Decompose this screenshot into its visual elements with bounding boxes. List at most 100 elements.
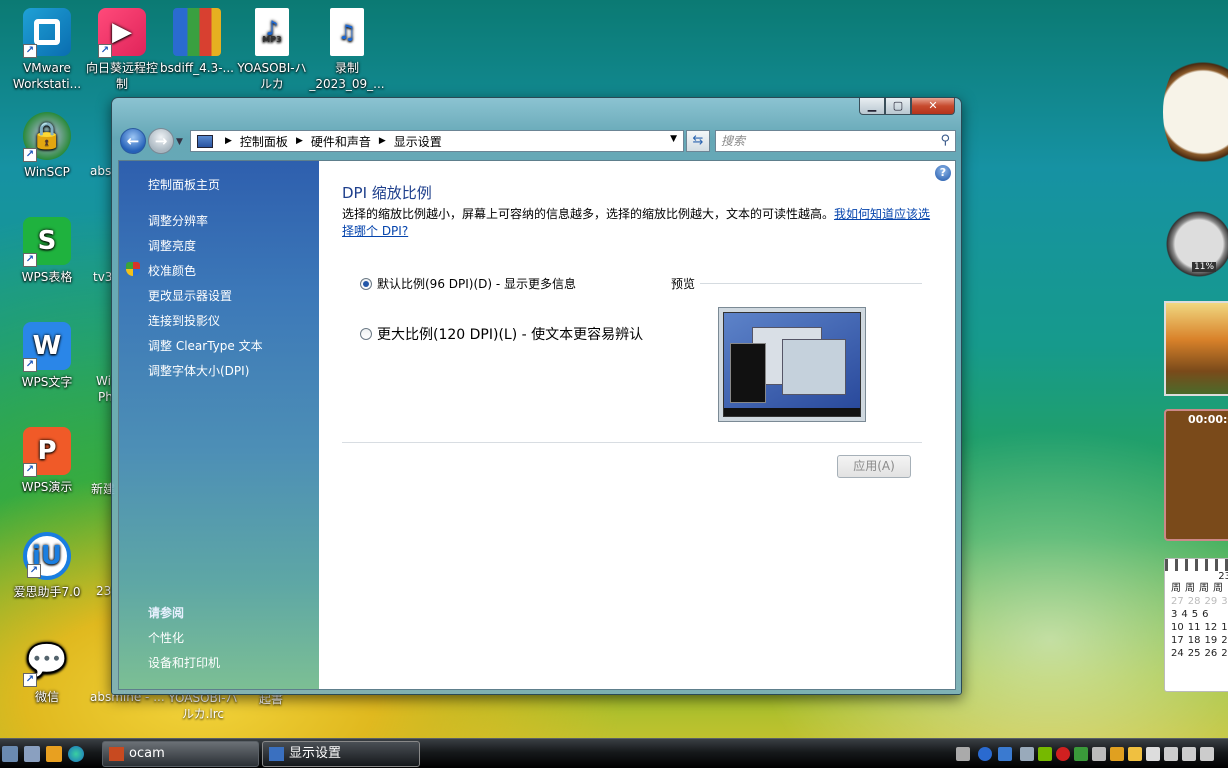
- ocam-icon: [109, 747, 124, 761]
- sidebar-link-personalize[interactable]: 个性化: [148, 629, 184, 646]
- calendar-row: 17 18 19 20: [1165, 634, 1228, 647]
- back-button[interactable]: ←: [120, 128, 146, 154]
- volume-icon[interactable]: [1182, 747, 1196, 761]
- sidebar-link-cleartype[interactable]: 调整 ClearType 文本: [148, 337, 263, 354]
- radio-default-label[interactable]: 默认比例(96 DPI)(D) - 显示更多信息: [377, 275, 576, 292]
- calendar-date: 25: [1187, 648, 1201, 659]
- forward-button[interactable]: →: [148, 128, 174, 154]
- slideshow-gadget[interactable]: [1164, 301, 1228, 396]
- recent-pages-dropdown[interactable]: ▼: [176, 137, 183, 147]
- breadcrumb-separator-icon[interactable]: ▶: [296, 136, 303, 146]
- shortcut-arrow-icon: ↗: [23, 463, 37, 477]
- shortcut-arrow-icon: ↗: [23, 253, 37, 267]
- radio-default-dpi[interactable]: 默认比例(96 DPI)(D) - 显示更多信息: [360, 275, 576, 292]
- cpu-meter-gadget[interactable]: 11%: [1164, 204, 1228, 284]
- desktop-icon-wps-sheet[interactable]: S ↗ WPS表格: [9, 217, 85, 285]
- arrow-left-icon: ←: [126, 132, 140, 150]
- device-icon[interactable]: [1164, 747, 1178, 761]
- calendar-row: 27 28 29 30: [1165, 595, 1228, 608]
- battery-icon[interactable]: [1200, 747, 1214, 761]
- maximize-button[interactable]: ▢: [885, 98, 911, 115]
- edge-browser-icon[interactable]: [68, 746, 84, 762]
- desktop-icon-wps-writer[interactable]: W ↗ WPS文字: [9, 322, 85, 390]
- security-icon[interactable]: [1074, 747, 1088, 761]
- breadcrumb-hardware-sound[interactable]: 硬件和声音: [311, 133, 371, 150]
- search-icon[interactable]: ⚲: [940, 131, 950, 151]
- calendar-date: 30: [1221, 596, 1228, 607]
- desktop-icon-winscp[interactable]: 🔒 ↗ WinSCP: [9, 112, 85, 180]
- breadcrumb-display-settings[interactable]: 显示设置: [394, 133, 442, 150]
- address-bar[interactable]: ▶ 控制面板 ▶ 硬件和声音 ▶ 显示设置 ▼: [190, 130, 684, 152]
- ime-icon[interactable]: [998, 747, 1012, 761]
- sidebar-link-calibrate-color[interactable]: 校准颜色: [148, 262, 196, 279]
- desktop-icon-wechat[interactable]: 💬 ↗ 微信: [9, 637, 85, 705]
- shortcut-arrow-icon: ↗: [23, 44, 37, 58]
- archive-icon: [173, 8, 221, 56]
- display-icon[interactable]: [1092, 747, 1106, 761]
- desktop-icon-yoasobi-mp3[interactable]: ♪ MP3 YOASOBI-ハルカ: [234, 8, 310, 92]
- partial-label: 23: [96, 584, 112, 598]
- calendar-date: 5: [1191, 609, 1199, 620]
- clock-gadget[interactable]: [1163, 50, 1228, 174]
- breadcrumb-control-panel[interactable]: 控制面板: [240, 133, 288, 150]
- picture-puzzle-gadget[interactable]: 00:00:0: [1164, 409, 1228, 541]
- weekday: 周: [1199, 583, 1209, 594]
- show-desktop-icon[interactable]: [2, 746, 18, 762]
- close-button[interactable]: ✕: [911, 98, 955, 115]
- desktop-icon-bsdiff[interactable]: bsdiff_4.3-...: [159, 8, 235, 76]
- desktop-icon-label: WPS表格: [21, 270, 73, 284]
- keyboard-icon[interactable]: [956, 747, 970, 761]
- sidebar-link-control-panel-home[interactable]: 控制面板主页: [148, 176, 220, 193]
- sidebar-link-display-settings[interactable]: 更改显示器设置: [148, 287, 232, 304]
- desktop-icon-recording[interactable]: ♫ 录制_2023_09_...: [309, 8, 385, 92]
- calendar-date: 11: [1187, 622, 1201, 633]
- help-tray-icon[interactable]: [978, 747, 992, 761]
- help-icon: ?: [939, 166, 947, 179]
- sidebar-link-dpi[interactable]: 调整字体大小(DPI): [148, 362, 249, 379]
- windows-icon[interactable]: [1146, 747, 1160, 761]
- search-input[interactable]: 搜索 ⚲: [715, 130, 956, 152]
- nvidia-icon[interactable]: [1038, 747, 1052, 761]
- taskbar-button-label: ocam: [129, 746, 165, 761]
- breadcrumb-separator-icon[interactable]: ▶: [225, 136, 232, 146]
- navigation-bar: ← → ▼ ▶ 控制面板 ▶ 硬件和声音 ▶ 显示设置 ▼ ⇆ 搜索 ⚲: [118, 128, 956, 154]
- radio-larger-dpi[interactable]: 更大比例(120 DPI)(L) - 使文本更容易辨认: [360, 324, 643, 344]
- radio-button-unselected[interactable]: [360, 328, 372, 340]
- help-button[interactable]: ?: [935, 165, 951, 181]
- record-icon[interactable]: [1056, 747, 1070, 761]
- task-sidebar: 控制面板主页 调整分辨率 调整亮度 校准颜色 更改显示器设置 连接到投影仪 调整…: [119, 161, 319, 689]
- winscp-icon: 🔒 ↗: [23, 112, 71, 162]
- radio-button-selected[interactable]: [360, 277, 372, 290]
- radio-larger-label[interactable]: 更大比例(120 DPI)(L) - 使文本更容易辨认: [377, 324, 643, 344]
- sunlogin-icon: ▶ ↗: [98, 8, 146, 58]
- app-tray-icon[interactable]: [1110, 747, 1124, 761]
- calendar-date: 26: [1204, 648, 1218, 659]
- sidebar-link-projector[interactable]: 连接到投影仪: [148, 312, 220, 329]
- desktop-icon-i4[interactable]: iU ↗ 爱思助手7.0: [9, 532, 85, 600]
- network-icon[interactable]: [1020, 747, 1034, 761]
- address-dropdown-icon[interactable]: ▼: [670, 134, 677, 144]
- minimize-button[interactable]: ▁: [859, 98, 885, 115]
- dpi-preview-image: [718, 307, 866, 422]
- taskbar-button-ocam[interactable]: ocam: [102, 741, 259, 767]
- refresh-button[interactable]: ⇆: [686, 130, 710, 152]
- calendar-date: 18: [1187, 635, 1201, 646]
- app-tray-icon-2[interactable]: [1128, 747, 1142, 761]
- breadcrumb-separator-icon[interactable]: ▶: [379, 136, 386, 146]
- taskbar-button-display-settings[interactable]: 显示设置: [262, 741, 420, 767]
- desktop-icon-sunlogin[interactable]: ▶ ↗ 向日葵远程控制: [84, 8, 160, 92]
- shortcut-arrow-icon: ↗: [23, 673, 37, 687]
- search-placeholder: 搜索: [721, 134, 746, 148]
- sidebar-link-resolution[interactable]: 调整分辨率: [148, 212, 208, 229]
- sidebar-link-brightness[interactable]: 调整亮度: [148, 237, 196, 254]
- calendar-row: 3 4 5 6: [1165, 608, 1228, 621]
- media-player-icon[interactable]: [46, 746, 62, 762]
- desktop-icon-vmware[interactable]: ↗ VMware Workstati...: [9, 8, 85, 92]
- calendar-rings: [1165, 559, 1228, 571]
- sidebar-link-devices-printers[interactable]: 设备和打印机: [148, 654, 220, 671]
- desktop-icon-wps-present[interactable]: P ↗ WPS演示: [9, 427, 85, 495]
- content-divider: [342, 442, 922, 443]
- window-switcher-icon[interactable]: [24, 746, 40, 762]
- calendar-gadget[interactable]: 23 周 周 周 周 27 28 29 30 3 4 5 6 10 11 12 …: [1164, 558, 1228, 692]
- apply-button[interactable]: 应用(A): [837, 455, 911, 478]
